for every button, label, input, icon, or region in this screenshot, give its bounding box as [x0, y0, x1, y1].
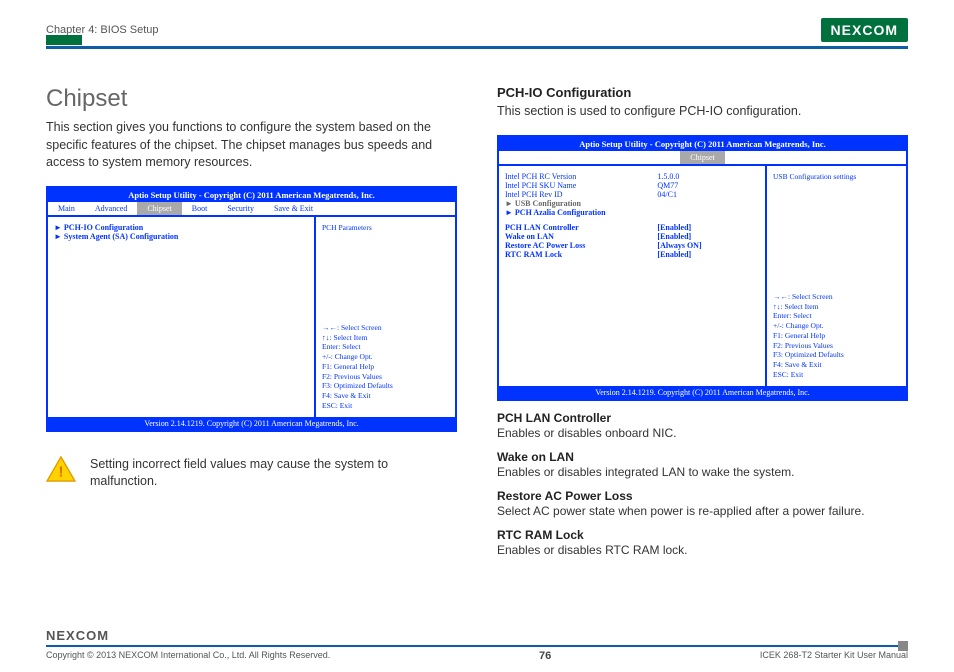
menu-sa-config[interactable]: System Agent (SA) Configuration [54, 232, 308, 241]
tab-security[interactable]: Security [217, 202, 264, 215]
tab-chipset[interactable]: Chipset [137, 202, 181, 215]
bios-title-2: Aptio Setup Utility - Copyright (C) 2011… [499, 137, 906, 151]
footer-logo: NEXCOM [46, 628, 908, 643]
opt-desc: Enables or disables integrated LAN to wa… [497, 465, 908, 479]
warning-block: ! Setting incorrect field values may cau… [46, 456, 457, 491]
bios-tabs: Main Advanced Chipset Boot Security Save… [48, 202, 455, 217]
footer-docname: ICEK 268-T2 Starter Kit User Manual [760, 650, 908, 662]
pchio-intro: This section is used to configure PCH-IO… [497, 103, 908, 121]
bios-panel-chipset: Aptio Setup Utility - Copyright (C) 2011… [46, 186, 457, 432]
section-heading: Chipset [46, 85, 457, 113]
svg-text:!: ! [59, 464, 64, 480]
footer-rule [46, 645, 908, 647]
bios-panel-pchio: Aptio Setup Utility - Copyright (C) 2011… [497, 135, 908, 401]
bios-footer: Version 2.14.1219. Copyright (C) 2011 Am… [48, 417, 455, 430]
bios-tabs-2: Chipset [499, 151, 906, 166]
info-row: Intel PCH RC Version1.5.0.0 [505, 172, 759, 181]
tab-boot[interactable]: Boot [182, 202, 218, 215]
setting-row[interactable]: Restore AC Power Loss[Always ON] [505, 241, 759, 250]
page-number: 76 [539, 650, 551, 662]
pchio-heading: PCH-IO Configuration [497, 85, 908, 100]
warning-text: Setting incorrect field values may cause… [90, 456, 457, 491]
setting-row[interactable]: PCH LAN Controller[Enabled] [505, 223, 759, 232]
opt-desc: Enables or disables RTC RAM lock. [497, 543, 908, 557]
tab-save-exit[interactable]: Save & Exit [264, 202, 323, 215]
opt-heading: RTC RAM Lock [497, 528, 908, 542]
header-accent [46, 35, 82, 45]
info-row: Intel PCH Rev ID04/C1 [505, 190, 759, 199]
info-row: Intel PCH SKU NameQM77 [505, 181, 759, 190]
menu-azalia-config[interactable]: PCH Azalia Configuration [505, 208, 759, 217]
brand-logo: NEXCOM [821, 18, 908, 42]
opt-heading: Restore AC Power Loss [497, 489, 908, 503]
opt-desc: Enables or disables onboard NIC. [497, 426, 908, 440]
footer-copyright: Copyright © 2013 NEXCOM International Co… [46, 650, 330, 662]
tab-chipset-2[interactable]: Chipset [680, 151, 724, 164]
bios-help-keys: →←: Select Screen ↑↓: Select Item Enter:… [322, 323, 449, 411]
section-intro: This section gives you functions to conf… [46, 119, 457, 172]
menu-pch-io[interactable]: PCH-IO Configuration [54, 223, 308, 232]
bios-help-top: PCH Parameters [322, 223, 449, 232]
bios-title: Aptio Setup Utility - Copyright (C) 2011… [48, 188, 455, 202]
bios-footer-2: Version 2.14.1219. Copyright (C) 2011 Am… [499, 386, 906, 399]
tab-main[interactable]: Main [48, 202, 85, 215]
opt-desc: Select AC power state when power is re-a… [497, 504, 908, 518]
bios-help-keys-2: →←: Select Screen ↑↓: Select Item Enter:… [773, 292, 900, 380]
setting-row[interactable]: RTC RAM Lock[Enabled] [505, 250, 759, 259]
header-rule [46, 46, 908, 49]
setting-row[interactable]: Wake on LAN[Enabled] [505, 232, 759, 241]
bios-help-top-2: USB Configuration settings [773, 172, 900, 181]
opt-heading: Wake on LAN [497, 450, 908, 464]
warning-icon: ! [46, 456, 76, 482]
menu-usb-config[interactable]: USB Configuration [505, 199, 759, 208]
tab-advanced[interactable]: Advanced [85, 202, 137, 215]
opt-heading: PCH LAN Controller [497, 411, 908, 425]
